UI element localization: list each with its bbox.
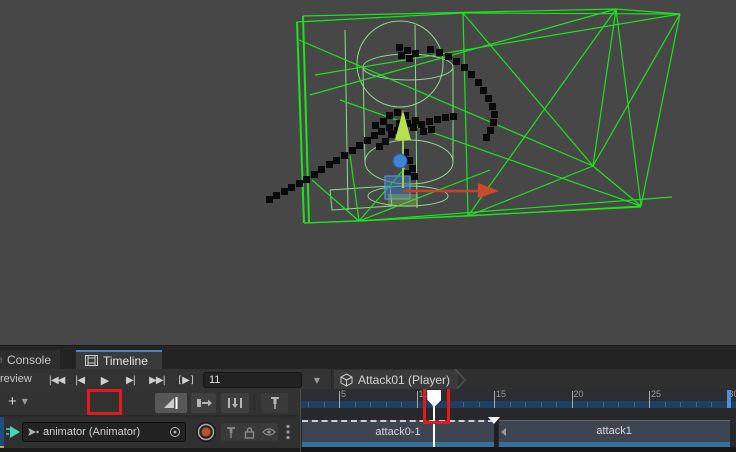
track-menu-button[interactable] <box>286 424 290 440</box>
ruler-major-tick <box>417 391 418 408</box>
ruler-minor-tick <box>541 402 542 407</box>
marker-toggle-button[interactable] <box>261 393 288 413</box>
ruler-major-tick <box>649 391 650 408</box>
ruler-major-tick <box>572 391 573 408</box>
clip-ease-in-marker <box>501 428 506 436</box>
object-picker-icon[interactable] <box>169 426 181 438</box>
track-selection-strip <box>0 417 4 448</box>
ruler-minor-tick <box>618 402 619 407</box>
ripple-mode-icon <box>196 397 212 409</box>
ruler-tick-label: 25 <box>651 389 661 399</box>
ruler-tick-label: 5 <box>341 389 346 399</box>
mix-mode-button[interactable] <box>155 393 187 413</box>
frame-dropdown-button[interactable]: ▼ <box>306 370 328 390</box>
ruler-range-band[interactable] <box>301 401 736 408</box>
ruler-minor-tick <box>308 402 309 407</box>
ruler-minor-tick <box>603 402 604 407</box>
sphere-gizmo <box>393 154 407 168</box>
divider <box>254 393 255 413</box>
add-track-button[interactable]: + ▼ <box>8 393 28 410</box>
play-button-highlight <box>87 389 122 415</box>
tab-timeline[interactable]: Timeline <box>76 350 162 369</box>
ruler-minor-tick <box>510 402 511 407</box>
mix-mode-icon <box>163 396 179 410</box>
goto-start-button[interactable]: |◀◀ <box>45 370 68 390</box>
timeline-clip-attack1[interactable]: attack1 <box>499 420 730 447</box>
ruler-minor-tick <box>324 402 325 407</box>
record-button[interactable] <box>196 422 216 442</box>
animator-object-label: animator (Animator) <box>43 426 165 438</box>
ruler-tick-label: 20 <box>574 389 584 399</box>
cube-icon <box>340 373 353 387</box>
ruler-minor-tick <box>556 402 557 407</box>
ruler-minor-tick <box>665 402 666 407</box>
timeline-end-marker[interactable] <box>727 390 731 408</box>
tab-bar: Console Timeline <box>0 347 736 369</box>
scene-render <box>0 0 736 345</box>
timeline-content[interactable]: 51015202530 attack0-1attack1 <box>301 389 736 452</box>
tab-console[interactable]: Console <box>0 350 60 369</box>
pin-icon <box>269 396 281 410</box>
animation-track-icon <box>5 425 21 439</box>
track-pin-button[interactable] <box>221 423 240 441</box>
breadcrumb-label: Attack01 (Player) <box>358 373 450 387</box>
playback-toolbar: review |◀◀ |◀ ▶ ▶| ▶▶| [▶] 11 ▼ Attack01… <box>0 369 736 391</box>
playhead-highlight <box>423 389 450 424</box>
ruler-minor-tick <box>463 402 464 407</box>
tab-timeline-label: Timeline <box>103 354 148 368</box>
ruler-minor-tick <box>711 402 712 407</box>
ruler-tick-label: 15 <box>496 389 506 399</box>
ruler-minor-tick <box>696 402 697 407</box>
clip-lane-footer <box>301 447 736 452</box>
ruler-minor-tick <box>525 402 526 407</box>
animator-icon <box>27 427 39 437</box>
pin-icon <box>226 426 236 439</box>
play-button[interactable]: ▶ <box>93 370 117 390</box>
ruler-major-tick <box>339 391 340 408</box>
ruler-minor-tick <box>355 402 356 407</box>
add-icon: + <box>8 393 17 410</box>
breadcrumb-bar: Attack01 (Player) <box>331 369 736 391</box>
clip-gap <box>494 420 498 447</box>
console-icon <box>0 354 2 366</box>
clip-blend-marker <box>488 417 500 424</box>
ruler-minor-tick <box>680 402 681 407</box>
track-lock-button[interactable] <box>240 423 259 441</box>
ruler-minor-tick <box>386 402 387 407</box>
timeline-icon <box>85 355 98 366</box>
eye-icon <box>262 427 276 437</box>
breadcrumb-chevron-icon <box>452 369 474 391</box>
replace-mode-button[interactable] <box>221 393 249 413</box>
breadcrumb[interactable]: Attack01 (Player) <box>334 370 458 390</box>
panel-divider[interactable] <box>300 389 301 452</box>
preview-button[interactable]: review <box>0 373 32 385</box>
ruler-minor-tick <box>401 402 402 407</box>
frame-number-field[interactable]: 11 <box>203 372 302 388</box>
replace-mode-icon <box>227 397 243 409</box>
ruler-minor-tick <box>479 402 480 407</box>
timeline-panel: Console Timeline review |◀◀ |◀ ▶ ▶| ▶▶| <box>0 345 736 452</box>
goto-end-button[interactable]: ▶▶| <box>145 370 169 390</box>
ruler-minor-tick <box>587 402 588 407</box>
ruler-major-tick <box>494 391 495 408</box>
play-range-button[interactable]: [▶] <box>174 370 198 390</box>
animation-track-header[interactable]: animator (Animator) <box>0 417 300 448</box>
ripple-mode-button[interactable] <box>191 393 216 413</box>
track-toggle-group <box>221 423 278 441</box>
record-icon <box>197 423 215 441</box>
timeline-clip-attack0-1[interactable]: attack0-1 <box>302 420 494 447</box>
next-frame-button[interactable]: ▶| <box>121 370 140 390</box>
track-mute-button[interactable] <box>259 423 278 441</box>
unity-editor-window: Console Timeline review |◀◀ |◀ ▶ ▶| ▶▶| <box>0 0 736 452</box>
chevron-down-icon: ▼ <box>22 397 28 406</box>
ruler-minor-tick <box>634 402 635 407</box>
previous-frame-button[interactable]: |◀ <box>70 370 89 390</box>
ruler-minor-tick <box>370 402 371 407</box>
lock-icon <box>244 426 255 439</box>
scene-viewport[interactable] <box>0 0 736 345</box>
animator-object-field[interactable]: animator (Animator) <box>22 422 186 442</box>
tab-console-label: Console <box>7 353 51 367</box>
